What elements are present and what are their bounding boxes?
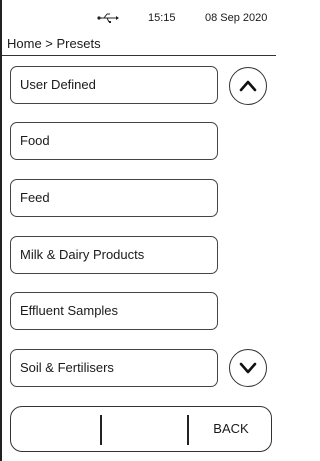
scroll-up-button[interactable] (229, 67, 267, 105)
usb-icon (97, 13, 119, 23)
chevron-down-icon (239, 362, 257, 374)
footer-bar: BACK (10, 406, 272, 452)
status-date: 08 Sep 2020 (205, 12, 268, 24)
status-time: 15:15 (148, 12, 176, 24)
frame-left-border (0, 0, 2, 461)
preset-feed-button[interactable]: Feed (10, 179, 218, 217)
header-divider (2, 55, 276, 56)
preset-user-defined-button[interactable]: User Defined (10, 66, 218, 104)
footer-left-slot (11, 407, 99, 451)
footer-divider (187, 415, 189, 445)
preset-food-button[interactable]: Food (10, 122, 218, 160)
breadcrumb: Home > Presets (7, 36, 101, 51)
back-button[interactable]: BACK (191, 407, 271, 451)
status-bar: 15:15 08 Sep 2020 (2, 0, 276, 32)
preset-milk-dairy-button[interactable]: Milk & Dairy Products (10, 236, 218, 274)
footer-middle-slot (101, 407, 187, 451)
chevron-up-icon (239, 80, 257, 92)
preset-effluent-samples-button[interactable]: Effluent Samples (10, 292, 218, 330)
scroll-down-button[interactable] (229, 349, 267, 387)
preset-soil-fertilisers-button[interactable]: Soil & Fertilisers (10, 349, 218, 387)
